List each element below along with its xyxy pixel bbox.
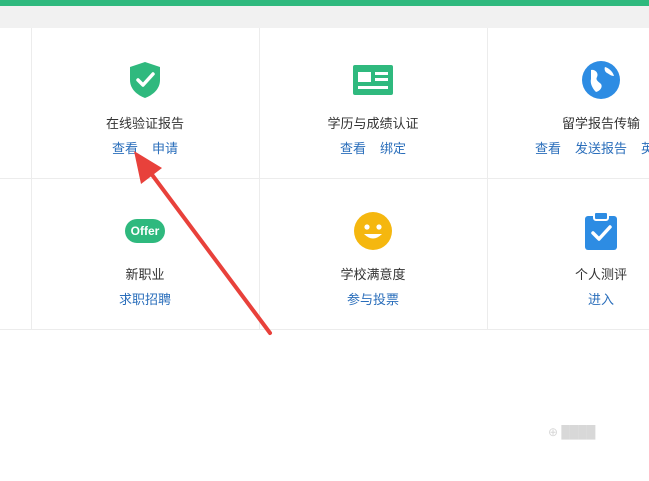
watermark: ⊕ ████ — [548, 425, 596, 439]
annotation-arrow — [134, 151, 272, 335]
